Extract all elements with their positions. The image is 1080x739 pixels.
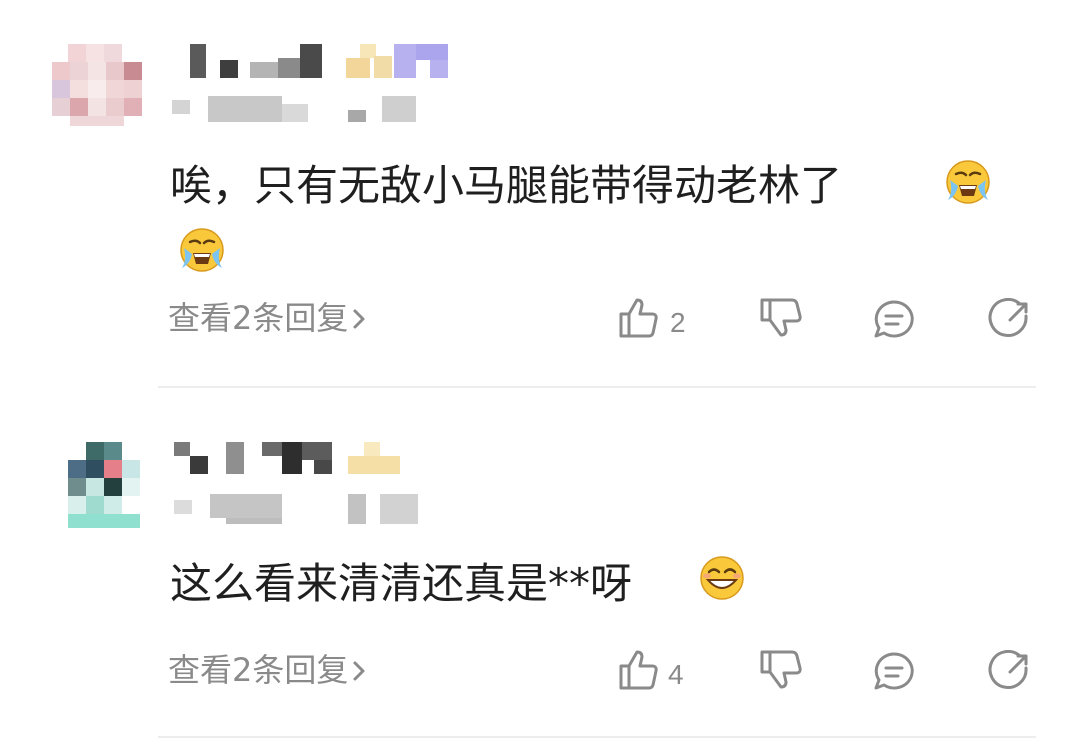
chevron-right-icon [353,309,365,329]
view-replies-label: 查看2条回复 [168,299,349,337]
comment-bubble-icon[interactable] [872,298,916,342]
comment-text: 唉，只有无敌小马腿能带得动老林了 [170,161,843,210]
comment-meta [174,494,424,524]
like-count: 2 [670,307,686,338]
share-icon[interactable] [988,650,1032,694]
comment-bubble-icon[interactable] [872,650,916,694]
grin-emoji-icon [700,556,744,600]
view-replies-label: 查看2条回复 [168,651,349,689]
crying-emoji-icon [180,228,224,272]
avatar[interactable] [68,442,140,528]
share-icon[interactable] [988,298,1032,342]
username[interactable] [190,44,460,80]
view-replies-link[interactable]: 查看2条回复 [168,650,366,690]
username[interactable] [174,442,404,474]
comment-item: 这么看来清清还真是**呀 查看2条回复 4 [0,388,1080,739]
like-count: 4 [668,659,684,690]
avatar[interactable] [52,44,142,126]
thumb-up-icon[interactable] [617,648,661,692]
comment-text: 这么看来清清还真是**呀 [170,559,633,608]
thumb-down-icon[interactable] [758,648,802,692]
comment-item: 唉，只有无敌小马腿能带得动老林了 查看2条回复 2 [0,0,1080,388]
divider [158,736,1036,738]
thumb-up-icon[interactable] [617,296,661,340]
chevron-right-icon [353,661,365,681]
view-replies-link[interactable]: 查看2条回复 [168,298,366,338]
crying-emoji-icon [946,160,990,204]
comment-meta [172,96,422,124]
thumb-down-icon[interactable] [758,296,802,340]
